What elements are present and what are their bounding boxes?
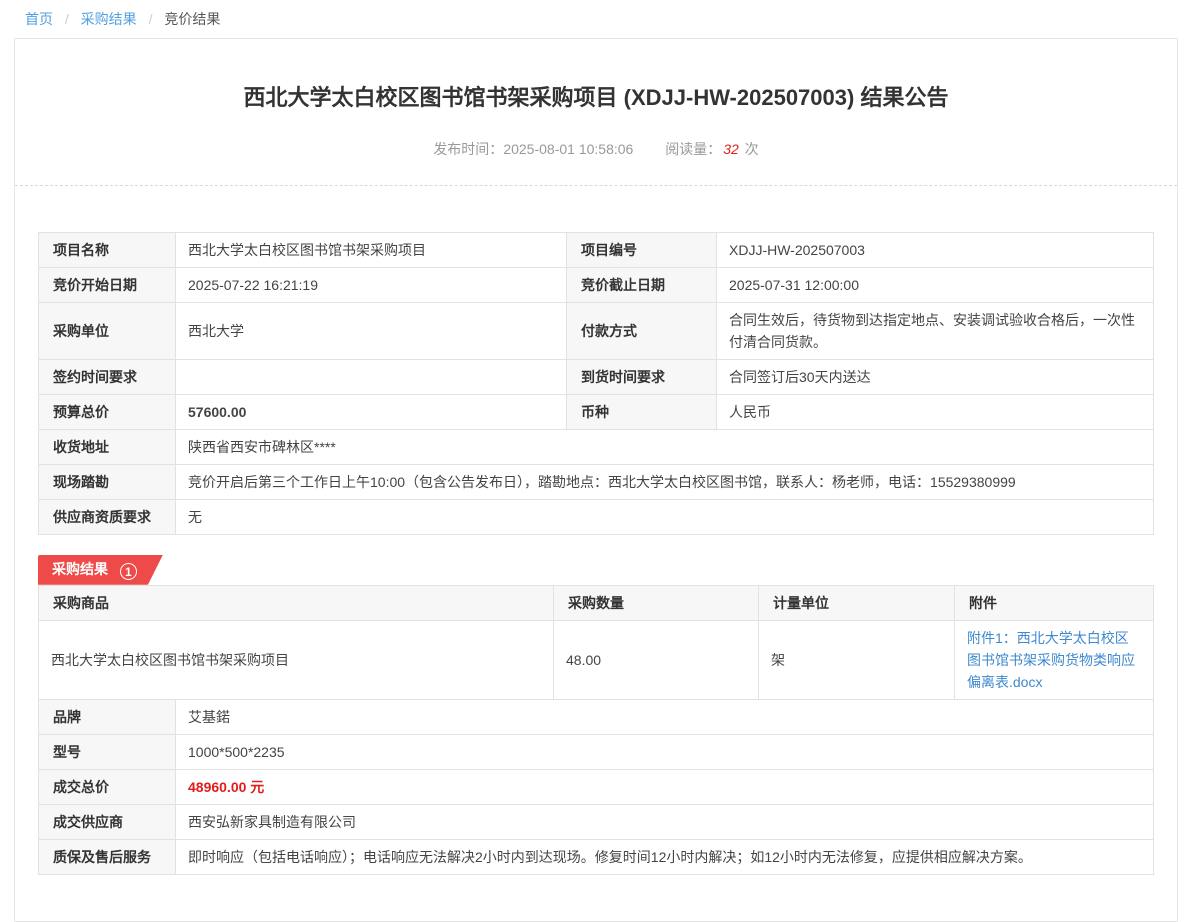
final-price-label: 成交总价 — [39, 769, 176, 804]
payment-method-label: 付款方式 — [567, 302, 717, 359]
bid-end-value: 2025-07-31 12:00:00 — [717, 267, 1154, 302]
breadcrumb-current-page: 竞价结果 — [164, 11, 220, 27]
table-row: 成交供应商 西安弘新家具制造有限公司 — [39, 804, 1154, 839]
result-items-table: 采购商品 采购数量 计量单位 附件 西北大学太白校区图书馆书架采购项目 48.0… — [38, 585, 1154, 700]
site-survey-value: 竞价开启后第三个工作日上午10:00（包含公告发布日），踏勘地点：西北大学太白校… — [176, 464, 1154, 499]
project-number-value: XDJJ-HW-202507003 — [717, 232, 1154, 267]
budget-total-label: 预算总价 — [39, 394, 176, 429]
announcement-card: 西北大学太白校区图书馆书架采购项目 (XDJJ-HW-202507003) 结果… — [14, 38, 1178, 922]
publish-time-value: 2025-08-01 10:58:06 — [503, 141, 633, 157]
breadcrumb-procurement-results-link[interactable]: 采购结果 — [81, 11, 137, 27]
bid-start-value: 2025-07-22 16:21:19 — [176, 267, 567, 302]
col-header-product: 采购商品 — [39, 585, 554, 620]
result-detail-table: 品牌 艾基鍩 型号 1000*500*2235 成交总价 48960.00 元 … — [38, 699, 1154, 875]
delivery-time-label: 到货时间要求 — [567, 359, 717, 394]
views-count: 32 — [723, 141, 739, 157]
col-header-unit: 计量单位 — [759, 585, 955, 620]
delivery-address-label: 收货地址 — [39, 429, 176, 464]
announcement-header: 西北大学太白校区图书馆书架采购项目 (XDJJ-HW-202507003) 结果… — [15, 39, 1177, 185]
model-value: 1000*500*2235 — [176, 734, 1154, 769]
currency-label: 币种 — [567, 394, 717, 429]
attachment-link[interactable]: 附件1：西北大学太白校区图书馆书架采购货物类响应偏离表.docx — [967, 630, 1135, 690]
views-unit: 次 — [745, 141, 759, 157]
table-row: 预算总价 57600.00 币种 人民币 — [39, 394, 1154, 429]
col-header-attachment: 附件 — [955, 585, 1154, 620]
project-info-table: 项目名称 西北大学太白校区图书馆书架采购项目 项目编号 XDJJ-HW-2025… — [38, 232, 1154, 535]
table-row: 供应商资质要求 无 — [39, 499, 1154, 534]
table-row: 采购单位 西北大学 付款方式 合同生效后，待货物到达指定地点、安装调试验收合格后… — [39, 302, 1154, 359]
supplier-qualification-value: 无 — [176, 499, 1154, 534]
table-row: 型号 1000*500*2235 — [39, 734, 1154, 769]
signing-time-label: 签约时间要求 — [39, 359, 176, 394]
final-price-value: 48960.00 — [188, 779, 246, 795]
budget-total-value: 57600.00 — [176, 394, 567, 429]
purchaser-value: 西北大学 — [176, 302, 567, 359]
brand-label: 品牌 — [39, 699, 176, 734]
brand-value: 艾基鍩 — [176, 699, 1154, 734]
winning-supplier-value: 西安弘新家具制造有限公司 — [176, 804, 1154, 839]
procurement-result-badge-label: 采购结果 — [52, 561, 108, 577]
model-label: 型号 — [39, 734, 176, 769]
purchaser-label: 采购单位 — [39, 302, 176, 359]
table-row: 西北大学太白校区图书馆书架采购项目 48.00 架 附件1：西北大学太白校区图书… — [39, 620, 1154, 699]
supplier-qualification-label: 供应商资质要求 — [39, 499, 176, 534]
views-group: 阅读量：32 次 — [665, 141, 758, 157]
announcement-body: 项目名称 西北大学太白校区图书馆书架采购项目 项目编号 XDJJ-HW-2025… — [15, 186, 1177, 875]
attachment-cell: 附件1：西北大学太白校区图书馆书架采购货物类响应偏离表.docx — [955, 620, 1154, 699]
project-name-label: 项目名称 — [39, 232, 176, 267]
publish-time-group: 发布时间：2025-08-01 10:58:06 — [433, 141, 637, 157]
breadcrumb-separator: / — [65, 11, 69, 27]
final-price-unit: 元 — [250, 779, 264, 795]
table-row: 现场踏勘 竞价开启后第三个工作日上午10:00（包含公告发布日），踏勘地点：西北… — [39, 464, 1154, 499]
breadcrumb: 首页 / 采购结果 / 竞价结果 — [0, 0, 1192, 38]
unit-cell: 架 — [759, 620, 955, 699]
warranty-service-value: 即时响应（包括电话响应）；电话响应无法解决2小时内到达现场。修复时间12小时内解… — [176, 839, 1154, 874]
breadcrumb-home-link[interactable]: 首页 — [25, 11, 53, 27]
table-row: 竞价开始日期 2025-07-22 16:21:19 竞价截止日期 2025-0… — [39, 267, 1154, 302]
procurement-result-badge: 采购结果 1 — [38, 555, 163, 585]
table-row: 质保及售后服务 即时响应（包括电话响应）；电话响应无法解决2小时内到达现场。修复… — [39, 839, 1154, 874]
table-row: 品牌 艾基鍩 — [39, 699, 1154, 734]
final-price-cell: 48960.00 元 — [176, 769, 1154, 804]
delivery-time-value: 合同签订后30天内送达 — [717, 359, 1154, 394]
bid-end-label: 竞价截止日期 — [567, 267, 717, 302]
table-row: 项目名称 西北大学太白校区图书馆书架采购项目 项目编号 XDJJ-HW-2025… — [39, 232, 1154, 267]
table-row: 成交总价 48960.00 元 — [39, 769, 1154, 804]
site-survey-label: 现场踏勘 — [39, 464, 176, 499]
bid-start-label: 竞价开始日期 — [39, 267, 176, 302]
table-row: 签约时间要求 到货时间要求 合同签订后30天内送达 — [39, 359, 1154, 394]
payment-method-value: 合同生效后，待货物到达指定地点、安装调试验收合格后，一次性付清合同货款。 — [717, 302, 1154, 359]
signing-time-value — [176, 359, 567, 394]
table-row: 收货地址 陕西省西安市碑林区**** — [39, 429, 1154, 464]
project-name-value: 西北大学太白校区图书馆书架采购项目 — [176, 232, 567, 267]
result-count-badge: 1 — [120, 563, 137, 580]
warranty-service-label: 质保及售后服务 — [39, 839, 176, 874]
publish-time-label: 发布时间： — [433, 141, 503, 157]
views-label: 阅读量： — [665, 141, 721, 157]
quantity-cell: 48.00 — [554, 620, 759, 699]
breadcrumb-separator: / — [149, 11, 153, 27]
table-header-row: 采购商品 采购数量 计量单位 附件 — [39, 585, 1154, 620]
winning-supplier-label: 成交供应商 — [39, 804, 176, 839]
col-header-quantity: 采购数量 — [554, 585, 759, 620]
currency-value: 人民币 — [717, 394, 1154, 429]
page-title: 西北大学太白校区图书馆书架采购项目 (XDJJ-HW-202507003) 结果… — [39, 83, 1153, 114]
product-name-cell: 西北大学太白校区图书馆书架采购项目 — [39, 620, 554, 699]
project-number-label: 项目编号 — [567, 232, 717, 267]
publish-meta: 发布时间：2025-08-01 10:58:06 阅读量：32 次 — [39, 139, 1153, 185]
delivery-address-value: 陕西省西安市碑林区**** — [176, 429, 1154, 464]
